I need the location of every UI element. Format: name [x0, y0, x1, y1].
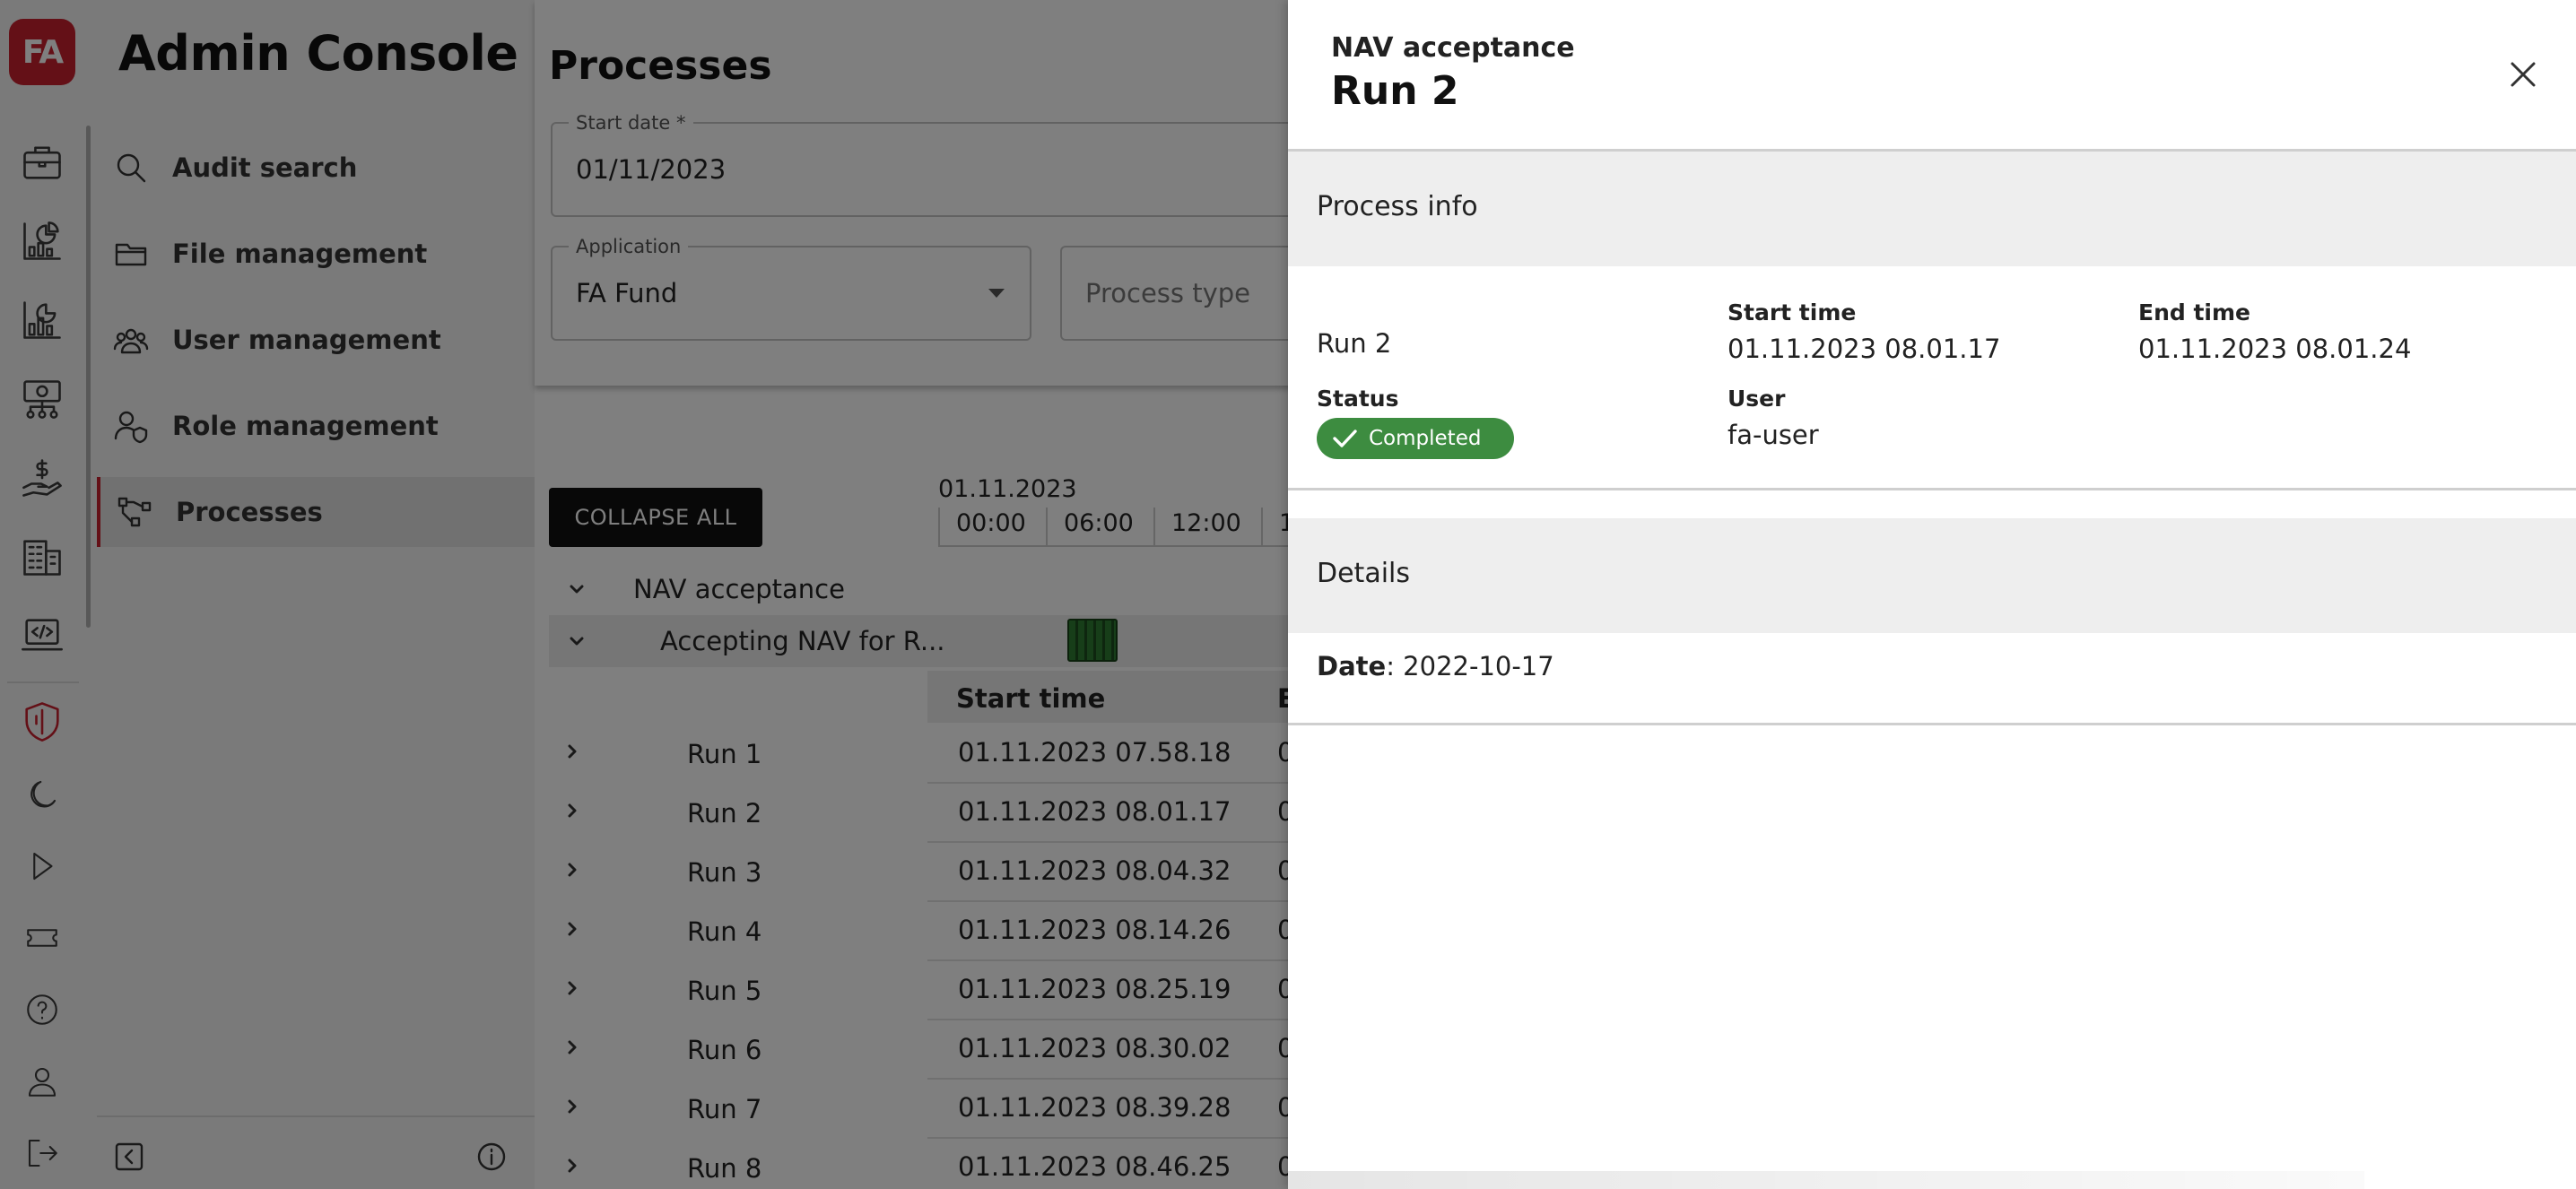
details-header: Details — [1288, 518, 2576, 633]
status-badge: Completed — [1317, 418, 1514, 459]
drawer-supertitle: NAV acceptance — [1331, 32, 1575, 64]
drawer-shadow — [1288, 1171, 2364, 1189]
detail-date: Date: 2022-10-17 — [1317, 651, 1554, 681]
status-text: Completed — [1369, 427, 1482, 450]
user-label: User — [1727, 386, 1786, 412]
process-name: Run 2 — [1317, 328, 1392, 359]
start-time-value: 01.11.2023 08.01.17 — [1727, 334, 2001, 364]
process-info-header: Process info — [1288, 152, 2576, 266]
drawer-title: Run 2 — [1331, 68, 1459, 114]
detail-date-key: Date — [1317, 651, 1387, 681]
section-title: Process info — [1317, 191, 1478, 222]
section-title: Details — [1317, 558, 1411, 589]
end-time-value: 01.11.2023 08.01.24 — [2138, 334, 2412, 364]
check-icon — [1333, 430, 1357, 447]
close-icon[interactable] — [2499, 50, 2547, 99]
detail-date-value: : 2022-10-17 — [1386, 651, 1554, 681]
end-time-label: End time — [2138, 299, 2250, 325]
modal-backdrop[interactable] — [0, 0, 1288, 1189]
status-label: Status — [1317, 386, 1399, 412]
drawer-divider — [1288, 723, 2576, 725]
start-time-label: Start time — [1727, 299, 1857, 325]
user-value: fa-user — [1727, 420, 1819, 450]
run-details-drawer: NAV acceptance Run 2 Process info Run 2 … — [1288, 0, 2576, 1189]
drawer-divider — [1288, 488, 2576, 490]
